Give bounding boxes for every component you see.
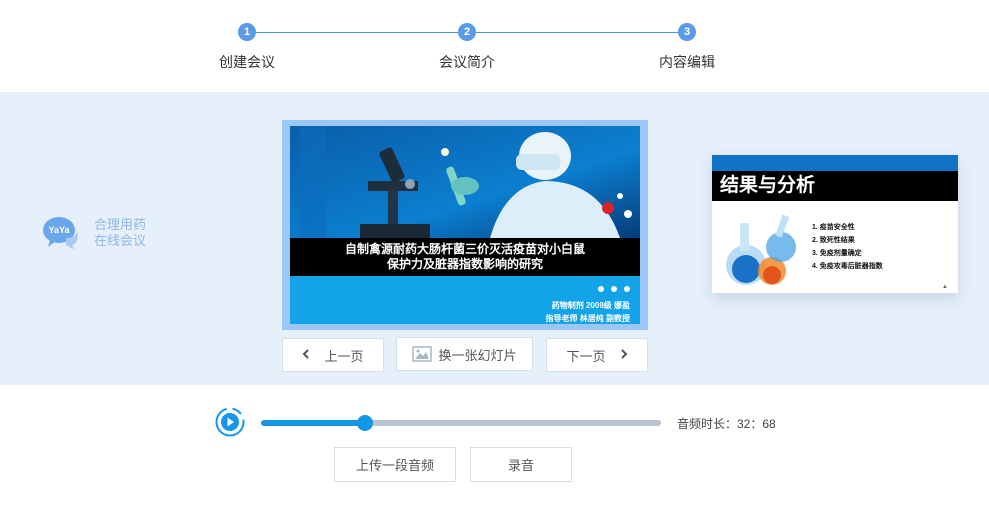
preview-top-bar — [712, 155, 958, 171]
preview-list-item: 4. 免疫攻毒后脏器指数 — [812, 263, 883, 270]
stepper: 1 创建会议 2 会议简介 3 内容编辑 — [0, 0, 989, 92]
preview-list-item: 1. 疫苗安全性 — [812, 224, 855, 231]
image-icon — [412, 346, 433, 362]
decorative-dots — [598, 286, 630, 292]
audio-play-button[interactable] — [215, 407, 245, 437]
step-number: 3 — [678, 23, 696, 41]
change-slide-label: 换一张幻灯片 — [438, 347, 517, 363]
next-slide-preview[interactable]: 结果与分析 1. 疫苗安全性 2. 致死性结果 3. 免疫剂量确定 4. 免疫攻… — [712, 155, 958, 293]
change-slide-button[interactable]: 换一张幻灯片 — [396, 337, 533, 371]
logo-text: YaYa — [48, 225, 70, 235]
prev-page-label: 上一页 — [324, 348, 364, 364]
step-label: 创建会议 — [219, 54, 275, 70]
audio-progress-bar[interactable] — [261, 415, 661, 431]
slide-footer: 药物制剂 2009级 娜盈 指导老师 林居纯 副教授 — [290, 276, 640, 324]
slide-author-line-2: 指导老师 林居纯 副教授 — [545, 314, 630, 323]
step-number: 1 — [238, 23, 256, 41]
slide-title-line-1: 自制禽源耐药大肠杆菌三价灭活疫苗对小白鼠 — [344, 242, 585, 256]
step-create-meeting[interactable]: 1 创建会议 — [187, 23, 307, 72]
audio-progress-fill — [261, 420, 365, 426]
prev-page-button[interactable]: 上一页 — [282, 338, 384, 372]
preview-title: 结果与分析 — [712, 171, 958, 201]
step-meeting-intro[interactable]: 2 会议简介 — [407, 23, 527, 72]
lab-photo-image — [290, 126, 640, 238]
yaya-logo-icon: YaYa — [42, 216, 80, 250]
brand-name: 合理用药 在线会议 — [94, 217, 146, 249]
slide-title-line-2: 保护力及脏器指数影响的研究 — [386, 257, 543, 271]
next-page-button[interactable]: 下一页 — [546, 338, 648, 372]
preview-list-item: 2. 致死性结果 — [812, 237, 855, 244]
preview-list-item: 3. 免疫剂量确定 — [812, 250, 862, 257]
brand-line-1: 合理用药 — [94, 217, 147, 232]
chevron-left-icon — [302, 348, 310, 362]
flask-illustration — [726, 214, 796, 285]
preview-list: 1. 疫苗安全性 2. 致死性结果 3. 免疫剂量确定 4. 免疫攻毒后脏器指数 — [812, 221, 883, 273]
current-slide: 自制禽源耐药大肠杆菌三价灭活疫苗对小白鼠 保护力及脏器指数影响的研究 药物制剂 … — [290, 126, 640, 324]
slide-author: 药物制剂 2009级 娜盈 指导老师 林居纯 副教授 — [546, 299, 630, 324]
slide-author-line-1: 药物制剂 2009级 娜盈 — [551, 301, 630, 310]
audio-progress-thumb[interactable] — [357, 415, 373, 431]
preview-mark: ▲ — [942, 284, 948, 290]
record-button[interactable]: 录音 — [470, 447, 572, 482]
slide-title: 自制禽源耐药大肠杆菌三价灭活疫苗对小白鼠 保护力及脏器指数影响的研究 — [290, 238, 640, 276]
brand: YaYa 合理用药 在线会议 — [42, 216, 146, 250]
audio-duration: 音频时长：32：68 — [677, 417, 776, 431]
brand-line-2: 在线会议 — [94, 233, 147, 248]
step-number: 2 — [458, 23, 476, 41]
next-page-label: 下一页 — [566, 348, 606, 364]
upload-audio-button[interactable]: 上传一段音频 — [334, 447, 456, 482]
step-label: 会议简介 — [439, 54, 495, 70]
step-content-edit[interactable]: 3 内容编辑 — [627, 23, 747, 72]
play-icon — [215, 407, 245, 437]
chevron-right-icon — [620, 348, 628, 362]
current-slide-frame[interactable]: 自制禽源耐药大肠杆菌三价灭活疫苗对小白鼠 保护力及脏器指数影响的研究 药物制剂 … — [282, 120, 648, 330]
step-label: 内容编辑 — [659, 54, 715, 70]
